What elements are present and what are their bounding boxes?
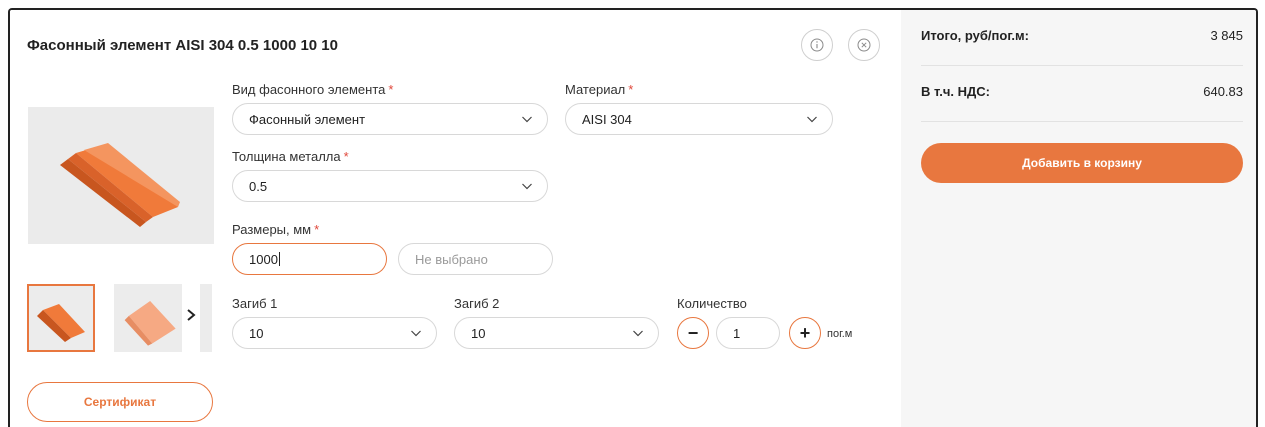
vat-label: В т.ч. НДС: xyxy=(921,84,990,99)
quantity-label: Количество xyxy=(677,296,747,311)
chevron-down-icon xyxy=(411,330,421,337)
bend1-select[interactable]: 10 xyxy=(232,317,437,349)
quantity-increase-button[interactable]: + xyxy=(789,317,821,349)
type-select[interactable]: Фасонный элемент xyxy=(232,103,548,135)
quantity-value: 1 xyxy=(733,325,741,341)
close-icon xyxy=(857,38,871,52)
product-image xyxy=(28,107,214,244)
configurator-main: Фасонный элемент AISI 304 0.5 1000 10 10 xyxy=(10,10,901,427)
thumbnail-2[interactable] xyxy=(114,284,182,352)
size-width-placeholder: Не выбрано xyxy=(415,251,488,267)
summary-vat-row: В т.ч. НДС: 640.83 xyxy=(921,66,1243,122)
sizes-label: Размеры, мм * xyxy=(232,222,320,237)
info-icon xyxy=(810,38,824,52)
total-label: Итого, руб/пог.м: xyxy=(921,28,1029,43)
chevron-down-icon xyxy=(807,116,817,123)
product-illustration xyxy=(60,143,180,227)
material-label: Материал * xyxy=(565,82,634,97)
quantity-decrease-button[interactable]: − xyxy=(677,317,709,349)
product-title: Фасонный элемент AISI 304 0.5 1000 10 10 xyxy=(27,37,338,54)
thickness-value: 0.5 xyxy=(249,178,268,194)
type-value: Фасонный элемент xyxy=(249,111,366,127)
add-to-cart-button[interactable]: Добавить в корзину xyxy=(921,143,1243,183)
thumbnails-next-button[interactable] xyxy=(184,303,198,327)
info-button[interactable] xyxy=(801,29,833,61)
order-summary: Итого, руб/пог.м: 3 845 В т.ч. НДС: 640.… xyxy=(901,10,1256,427)
product-configurator: Фасонный элемент AISI 304 0.5 1000 10 10 xyxy=(8,8,1258,427)
thumbnail-illustration xyxy=(124,301,176,346)
bend2-select[interactable]: 10 xyxy=(454,317,659,349)
thickness-label: Толщина металла * xyxy=(232,149,349,164)
bend1-value: 10 xyxy=(249,325,264,341)
thumbnail-3[interactable] xyxy=(200,284,212,352)
bend2-value: 10 xyxy=(471,325,486,341)
type-label: Вид фасонного элемента * xyxy=(232,82,394,97)
thickness-select[interactable]: 0.5 xyxy=(232,170,548,202)
quantity-input[interactable]: 1 xyxy=(716,317,780,349)
material-select[interactable]: AISI 304 xyxy=(565,103,833,135)
vat-value: 640.83 xyxy=(1203,84,1243,99)
total-value: 3 845 xyxy=(1210,28,1243,43)
text-caret xyxy=(278,252,280,266)
bend2-label: Загиб 2 xyxy=(454,296,500,311)
chevron-right-icon xyxy=(187,309,196,321)
certificate-button[interactable]: Сертификат xyxy=(27,382,213,422)
quantity-unit: пог.м xyxy=(827,328,853,340)
size-length-value: 1000 xyxy=(249,251,278,267)
close-button[interactable] xyxy=(848,29,880,61)
summary-total-row: Итого, руб/пог.м: 3 845 xyxy=(921,10,1243,66)
chevron-down-icon xyxy=(633,330,643,337)
thumbnail-illustration xyxy=(37,304,85,342)
thumbnail-1[interactable] xyxy=(27,284,95,352)
size-length-input[interactable]: 1000 xyxy=(232,243,387,275)
chevron-down-icon xyxy=(522,183,532,190)
material-value: AISI 304 xyxy=(582,111,632,127)
chevron-down-icon xyxy=(522,116,532,123)
bend1-label: Загиб 1 xyxy=(232,296,278,311)
size-width-input[interactable]: Не выбрано xyxy=(398,243,553,275)
